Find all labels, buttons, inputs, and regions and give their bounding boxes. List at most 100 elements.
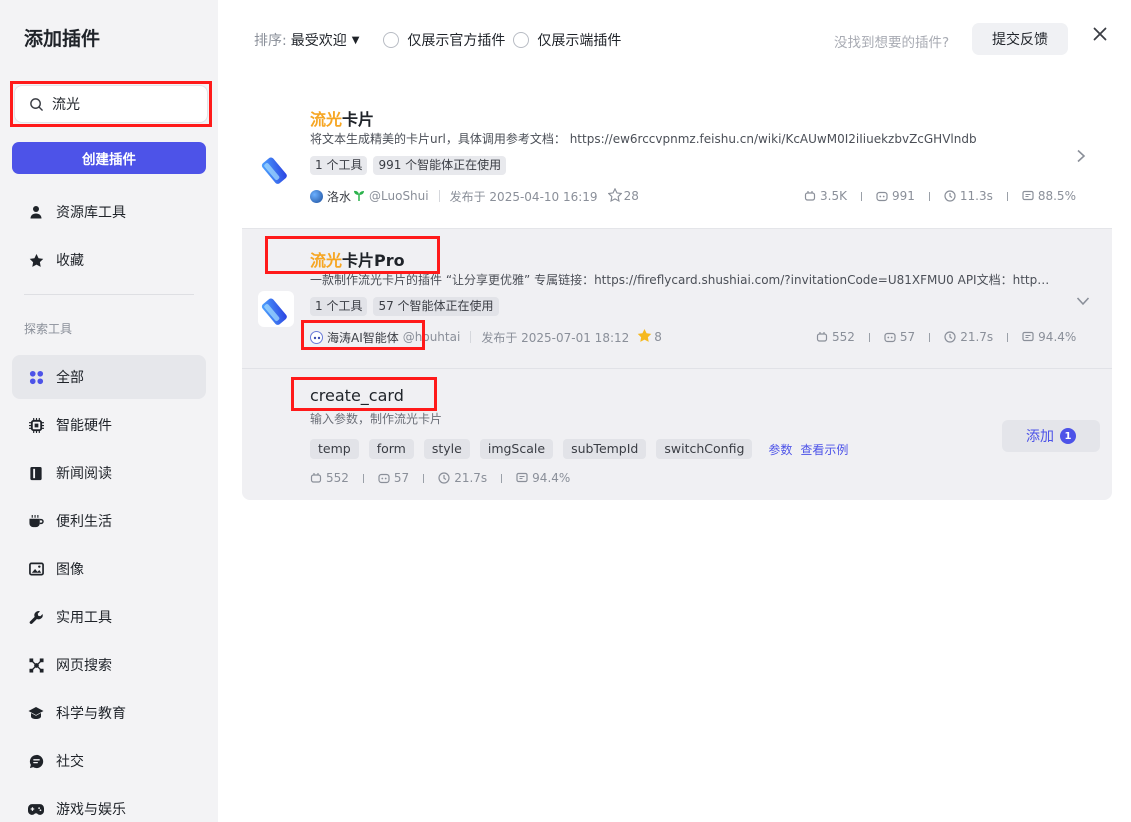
plugin-card-icon <box>258 150 294 186</box>
stat-value: 11.3s <box>959 189 993 203</box>
stat-divider <box>501 473 503 483</box>
stat-calls: 552 <box>816 330 855 344</box>
plugin-stats: 3.5K 991 11.3s 88.5% <box>804 188 1076 204</box>
plugin-title-rest: 卡片 <box>342 110 375 129</box>
wrench-icon <box>28 609 44 625</box>
tool-stats: 552 57 21.7s 94.4% <box>310 470 570 486</box>
stat-latency: 21.7s <box>944 330 993 344</box>
plugin-meta: 洛水 @LuoShui 发布于 2025-04-10 16:19 28 <box>310 187 639 205</box>
chevron-down-icon[interactable] <box>1076 291 1090 310</box>
feedback-button[interactable]: 提交反馈 <box>972 23 1068 55</box>
tools-count-tag: 1 个工具 <box>310 156 368 175</box>
sidebar-item-social[interactable]: 社交 <box>12 739 206 783</box>
param-tag: temp <box>310 439 359 459</box>
plug-icon <box>310 473 322 483</box>
plugin-card[interactable]: 流光卡片 将文本生成精美的卡片url，具体调用参考文档： https://ew6… <box>242 88 1112 228</box>
sidebar-item-smart-hardware[interactable]: 智能硬件 <box>12 403 206 447</box>
stat-value: 991 <box>891 189 915 203</box>
author-name[interactable]: 洛水 <box>327 188 351 205</box>
separator <box>438 190 440 202</box>
grid-icon <box>28 369 44 385</box>
param-tag: imgScale <box>479 439 554 459</box>
stat-value: 21.7s <box>454 471 488 485</box>
plugin-card-expanded[interactable]: 流光卡片Pro 一款制作流光卡片的插件 “让分享更优雅” 专属链接：https:… <box>242 228 1112 368</box>
bot-icon <box>884 332 896 343</box>
book-icon <box>28 465 44 481</box>
star-icon <box>28 252 44 268</box>
example-link[interactable]: 查看示例 <box>800 441 848 458</box>
sidebar-item-label: 社交 <box>56 754 84 770</box>
plugin-card-icon <box>258 291 294 327</box>
stat-success: 94.4% <box>1022 330 1076 344</box>
stat-bots: 57 <box>378 471 409 485</box>
sidebar-item-image[interactable]: 图像 <box>12 547 206 591</box>
sort-dropdown[interactable]: 最受欢迎 <box>291 30 347 50</box>
plugin-title-highlight: 流光 <box>310 251 343 270</box>
sidebar-item-favorites[interactable]: 收藏 <box>12 238 206 282</box>
plugin-stats: 552 57 21.7s 94.4% <box>816 329 1076 345</box>
filter-official-radio[interactable]: 仅展示官方插件 <box>383 30 505 50</box>
sidebar-divider <box>24 294 194 295</box>
params-link[interactable]: 参数 <box>768 441 792 458</box>
network-icon <box>28 657 44 673</box>
author-name[interactable]: 海涛AI智能体 <box>327 329 399 346</box>
added-count-badge: 1 <box>1060 428 1076 444</box>
stat-success: 94.4% <box>516 471 570 485</box>
param-tag: form <box>368 439 414 459</box>
tool-item[interactable]: create_card 输入参数，制作流光卡片 temp form style … <box>242 368 1112 500</box>
filter-client-radio[interactable]: 仅展示端插件 <box>513 30 621 50</box>
message-icon <box>1022 331 1034 342</box>
radio-circle[interactable] <box>383 32 400 48</box>
sidebar-item-label: 资源库工具 <box>56 205 126 221</box>
caret-down-icon[interactable]: ▼ <box>352 35 360 46</box>
stat-value: 552 <box>326 471 349 485</box>
sidebar-item-web-search[interactable]: 网页搜索 <box>12 643 206 687</box>
sidebar-item-label: 收藏 <box>56 253 84 269</box>
sidebar-item-label: 游戏与娱乐 <box>56 802 126 818</box>
plugin-description: 将文本生成精美的卡片url，具体调用参考文档： https://ew6rccvp… <box>310 132 977 146</box>
add-label: 添加 <box>1026 429 1054 445</box>
stat-calls: 3.5K <box>804 189 847 203</box>
close-icon[interactable] <box>1090 24 1110 44</box>
image-icon <box>28 561 44 577</box>
tool-name: create_card <box>310 386 404 405</box>
clock-icon <box>944 331 956 343</box>
bot-icon <box>876 191 888 202</box>
sidebar-item-science-education[interactable]: 科学与教育 <box>12 691 206 735</box>
sidebar-item-life[interactable]: 便利生活 <box>12 499 206 543</box>
plugin-title-rest: 卡片Pro <box>342 251 405 270</box>
create-plugin-button[interactable]: 创建插件 <box>12 142 206 174</box>
search-input[interactable] <box>52 96 192 112</box>
stat-value: 21.7s <box>960 330 994 344</box>
message-icon <box>516 472 528 483</box>
sidebar-item-label: 实用工具 <box>56 610 112 626</box>
stat-bots: 991 <box>876 189 915 203</box>
sidebar-item-games[interactable]: 游戏与娱乐 <box>12 787 206 822</box>
author-handle: @LuoShui <box>369 189 429 203</box>
plugin-tags: 1 个工具 991 个智能体正在使用 <box>310 156 507 175</box>
dialog-title: 添加插件 <box>24 28 101 50</box>
radio-circle[interactable] <box>513 32 530 48</box>
plug-icon <box>816 332 828 342</box>
search-box[interactable] <box>14 85 208 123</box>
stat-divider <box>860 191 862 201</box>
agents-count-tag: 991 个智能体正在使用 <box>373 156 507 175</box>
message-icon <box>1022 190 1034 201</box>
sidebar-item-library-tools[interactable]: 资源库工具 <box>12 190 206 234</box>
sidebar-item-label: 智能硬件 <box>56 418 112 434</box>
bot-icon <box>378 473 390 484</box>
sidebar-item-label: 网页搜索 <box>56 658 112 674</box>
sidebar-item-news[interactable]: 新闻阅读 <box>12 451 206 495</box>
plugin-description: 一款制作流光卡片的插件 “让分享更优雅” 专属链接：https://firefl… <box>310 273 1055 287</box>
sidebar-item-utility[interactable]: 实用工具 <box>12 595 206 639</box>
stat-latency: 11.3s <box>944 189 993 203</box>
add-tool-button[interactable]: 添加 1 <box>1002 420 1100 452</box>
stat-value: 57 <box>899 330 916 344</box>
agents-count-tag: 57 个智能体正在使用 <box>373 297 499 316</box>
sidebar-item-all[interactable]: 全部 <box>12 355 206 399</box>
publish-date: 发布于 2025-04-10 16:19 <box>449 189 598 204</box>
stat-value: 57 <box>393 471 410 485</box>
star-filled-icon <box>637 328 652 346</box>
chevron-right-icon[interactable] <box>1076 148 1086 167</box>
sidebar-item-label: 科学与教育 <box>56 706 126 722</box>
